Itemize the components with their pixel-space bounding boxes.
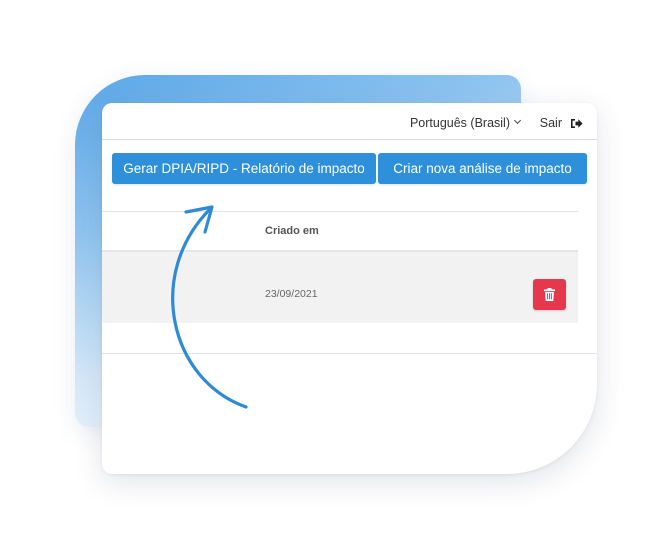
- trash-icon: [544, 288, 555, 301]
- sign-out-icon: [571, 118, 583, 128]
- logout-label: Sair: [539, 116, 562, 130]
- table-bottom-divider: [102, 353, 597, 354]
- top-bar: Português (Brasil) Sair: [102, 103, 597, 140]
- language-selector[interactable]: Português (Brasil): [409, 116, 522, 130]
- delete-button[interactable]: [533, 279, 566, 310]
- column-header-created-at: Criado em: [265, 225, 319, 237]
- generate-report-button[interactable]: Gerar DPIA/RIPD - Relatório de impacto: [112, 153, 376, 184]
- table-header-divider: [102, 211, 578, 212]
- app-stage: Português (Brasil) Sair Gerar DPIA/RIPD …: [0, 0, 672, 550]
- table-row: 23/09/2021: [102, 250, 578, 323]
- language-label: Português (Brasil): [409, 116, 510, 130]
- main-panel: Português (Brasil) Sair Gerar DPIA/RIPD …: [102, 103, 597, 474]
- new-analysis-button[interactable]: Criar nova análise de impacto: [378, 153, 587, 184]
- created-at-cell: 23/09/2021: [265, 288, 318, 300]
- chevron-down-icon: [513, 116, 522, 125]
- logout-link[interactable]: Sair: [540, 116, 583, 130]
